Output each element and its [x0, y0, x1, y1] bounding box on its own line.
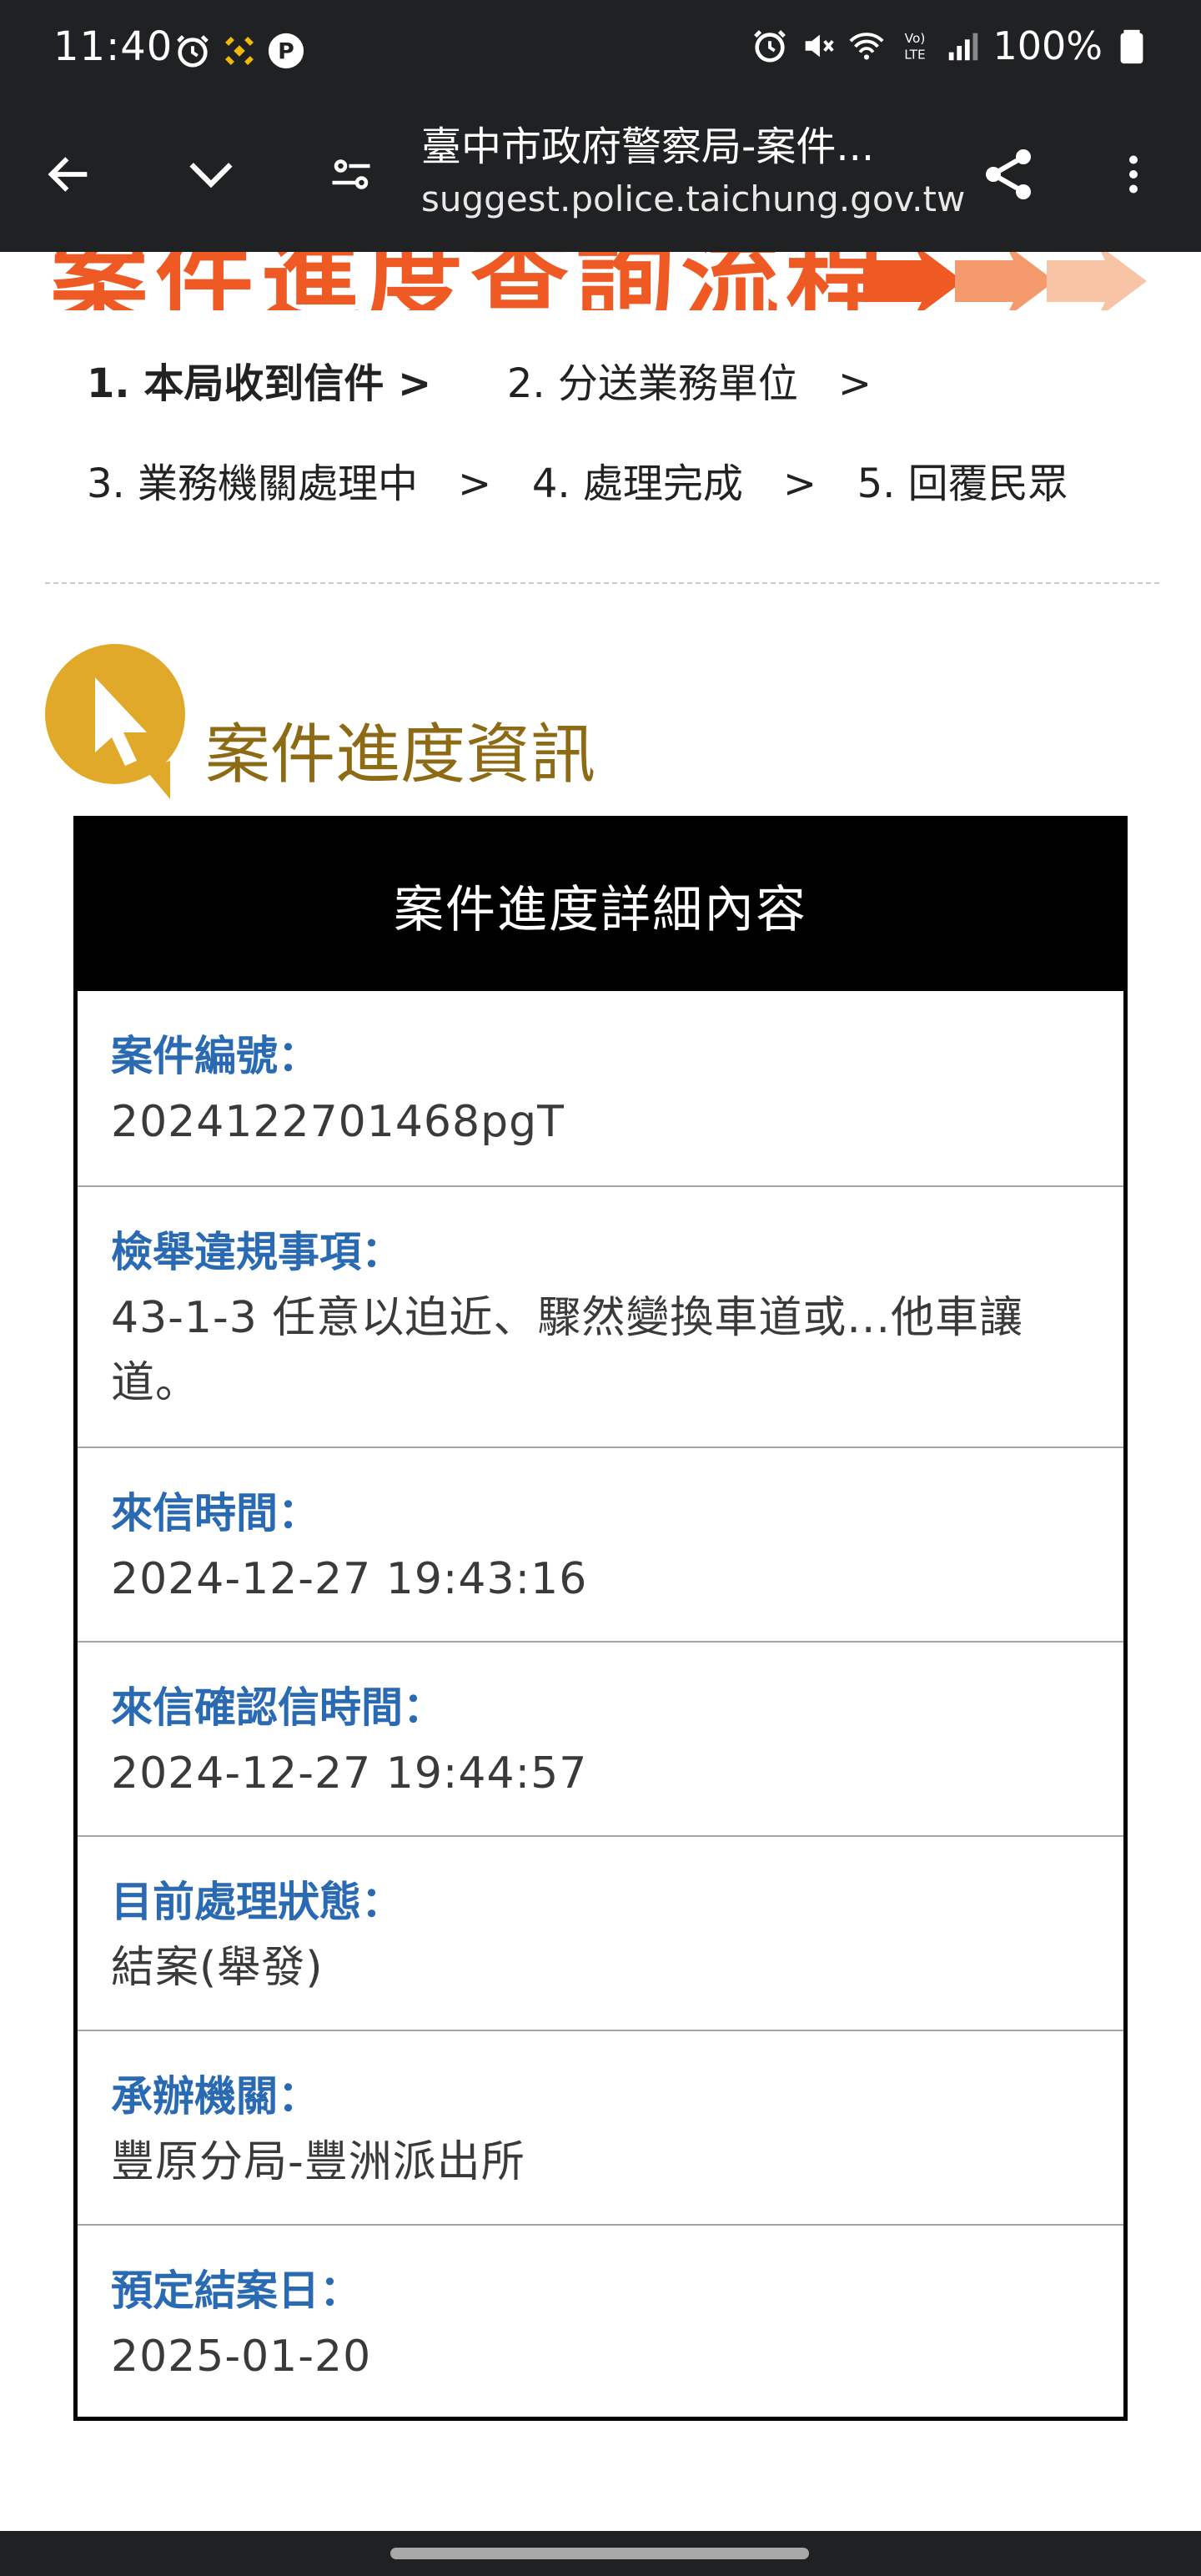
alarm-icon: [177, 35, 209, 68]
handling-agency-row: 承辦機關： 豐原分局-豐洲派出所: [78, 2030, 1123, 2224]
browser-toolbar: 臺中市政府警察局-案件... suggest.police.taichung.g…: [0, 103, 1201, 252]
expected-close-date-row: 預定結案日： 2025-01-20: [78, 2224, 1123, 2412]
svg-text:P: P: [278, 39, 294, 65]
status-bar: 11:40 P Vo) LTE 100%: [0, 0, 1201, 103]
row-label: 目前處理狀態：: [111, 1878, 403, 1926]
parking-app-icon: P: [268, 33, 304, 69]
share-icon: [986, 149, 1031, 199]
status-row: 目前處理狀態： 結案(舉發): [78, 1835, 1123, 2030]
battery-icon: [1120, 29, 1143, 64]
row-value: 2024-12-27 19:44:57: [111, 1748, 588, 1799]
row-value: 43-1-3 任意以迫近、驟然變換車道或...他車讓道。: [111, 1293, 1023, 1408]
page-title: 臺中市政府警察局-案件...: [421, 123, 875, 170]
back-button[interactable]: [32, 137, 107, 212]
process-banner: 案件進度查詢流程: [0, 252, 1201, 310]
mute-icon: [806, 34, 835, 58]
more-options-button[interactable]: [1096, 137, 1171, 212]
row-label: 承辦機關：: [111, 2072, 319, 2121]
arrow-decoration-icon: [863, 252, 1147, 310]
card-header: 案件進度詳細內容: [78, 820, 1123, 991]
system-icons: Vo) LTE 100%: [751, 23, 1151, 68]
step-1: 1. 本局收到信件 >: [87, 360, 432, 407]
violation-row: 檢舉違規事項： 43-1-3 任意以迫近、驟然變換車道或...他車讓道。: [78, 1185, 1123, 1446]
signal-icon: [949, 33, 978, 61]
row-label: 預定結案日：: [111, 2267, 361, 2315]
url-text[interactable]: suggest.police.taichung.gov.tw: [421, 179, 965, 219]
row-value: 豐原分局-豐洲派出所: [111, 2137, 525, 2187]
step-2: 2. 分送業務單位 >: [506, 360, 872, 407]
row-value: 2025-01-20: [111, 2332, 372, 2382]
notification-icons: P: [173, 32, 305, 70]
step-3: 3. 業務機關處理中 >: [87, 460, 492, 507]
svg-text:LTE: LTE: [905, 47, 926, 62]
more-vert-icon: [1129, 155, 1138, 194]
cursor-badge-icon: [45, 644, 185, 799]
row-label: 案件編號：: [111, 1032, 319, 1080]
step-5: 5. 回覆民眾: [857, 460, 1068, 507]
banner-title: 案件進度查詢流程: [50, 252, 892, 310]
battery-percentage: 100%: [992, 23, 1103, 68]
wifi-call-icon: [849, 33, 885, 60]
row-value: 2024-12-27 19:43:16: [111, 1554, 588, 1604]
row-label: 檢舉違規事項：: [111, 1228, 403, 1276]
status-time: 11:40: [53, 23, 173, 70]
row-label: 來信確認信時間：: [111, 1683, 445, 1732]
step-4: 4. 處理完成 >: [531, 460, 817, 507]
tune-icon: [332, 159, 370, 189]
binance-icon: [225, 37, 254, 65]
chevron-down-icon: [189, 163, 233, 189]
back-arrow-icon: [48, 157, 88, 192]
site-settings-button[interactable]: [314, 137, 389, 212]
volte-icon: Vo) LTE: [905, 31, 926, 62]
dashed-divider: [45, 582, 1159, 584]
received-time-row: 來信時間： 2024-12-27 19:43:16: [78, 1446, 1123, 1641]
row-label: 來信時間：: [111, 1489, 319, 1537]
confirmation-time-row: 來信確認信時間： 2024-12-27 19:44:57: [78, 1641, 1123, 1835]
case-number-row: 案件編號： 2024122701468pgT: [78, 991, 1123, 1185]
case-detail-card: 案件進度詳細內容 案件編號： 2024122701468pgT 檢舉違規事項： …: [73, 816, 1128, 2421]
section-title: 案件進度資訊: [205, 717, 596, 792]
alarm-icon: [754, 30, 786, 63]
row-value: 2024122701468pgT: [111, 1097, 565, 1147]
minimize-button[interactable]: [173, 137, 249, 212]
svg-text:Vo): Vo): [905, 31, 926, 46]
row-value: 結案(舉發): [111, 1943, 324, 1993]
share-button[interactable]: [971, 137, 1046, 212]
home-gesture-handle[interactable]: [390, 2548, 809, 2559]
